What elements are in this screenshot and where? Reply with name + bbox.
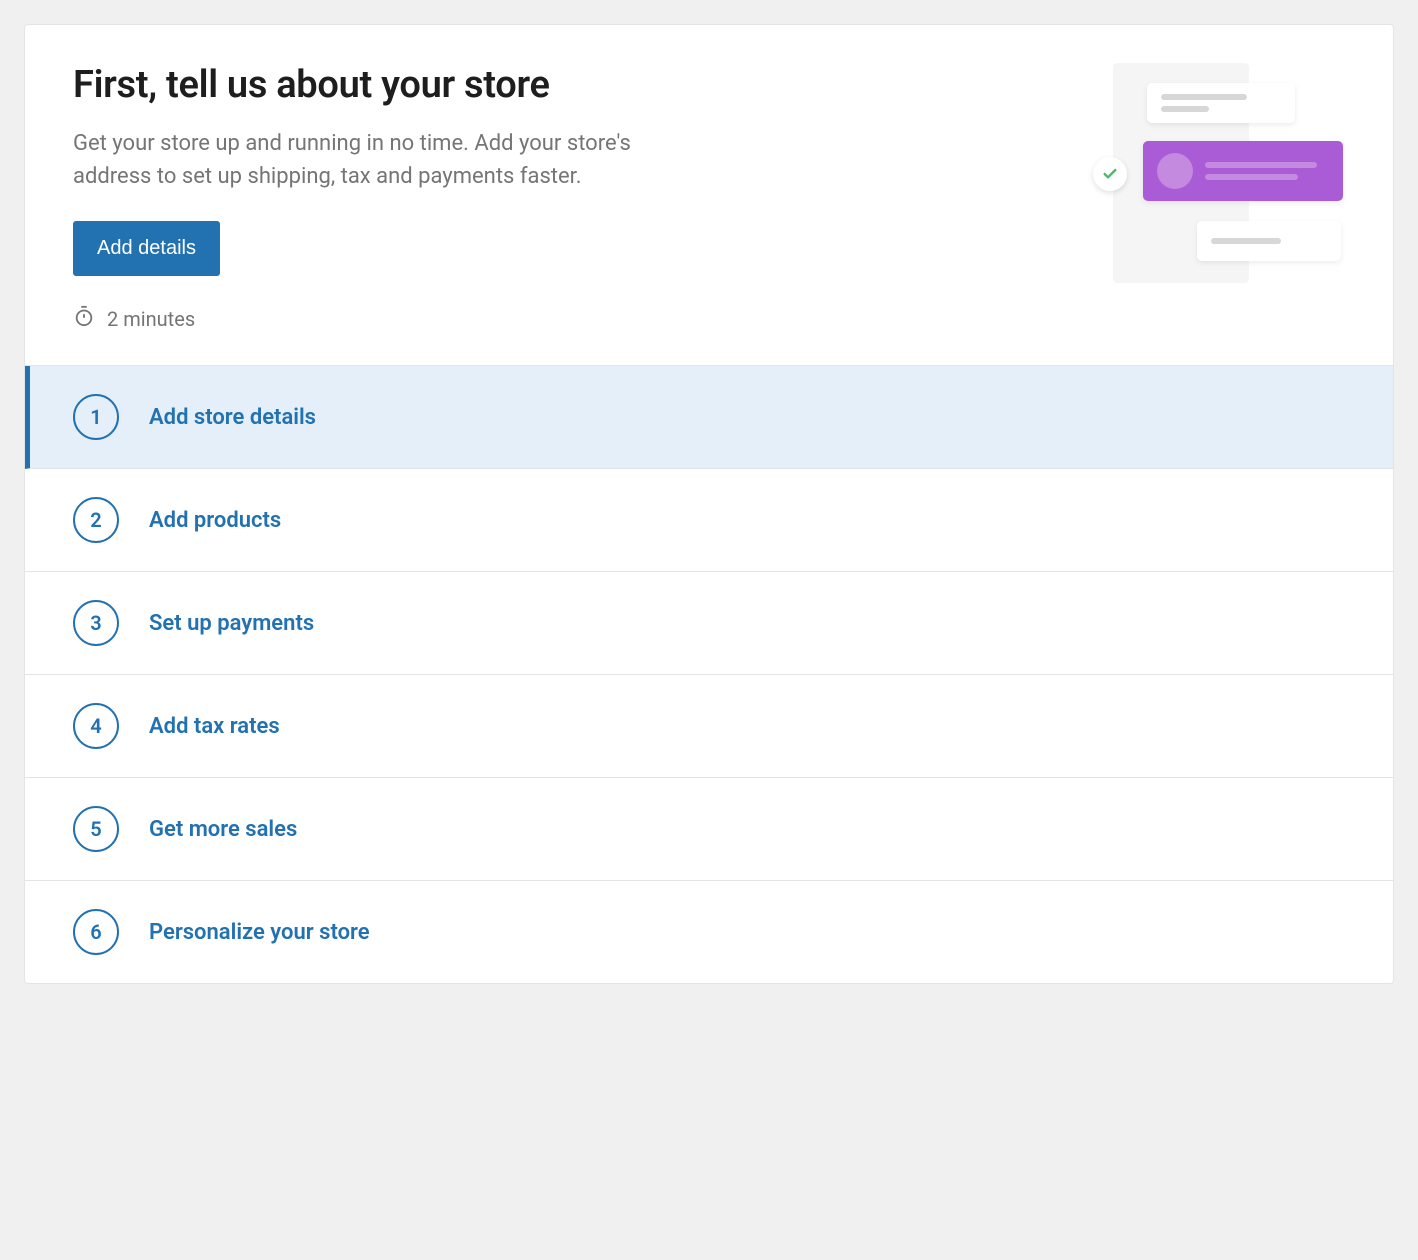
time-estimate: 2 minutes [73,304,1045,333]
step-label: Add products [149,508,281,533]
card-header: First, tell us about your store Get your… [25,25,1393,365]
header-content: First, tell us about your store Get your… [73,63,1045,333]
page-description: Get your store up and running in no time… [73,127,713,193]
time-estimate-label: 2 minutes [107,307,195,331]
step-get-more-sales[interactable]: 5 Get more sales [25,778,1393,881]
step-number: 5 [73,806,119,852]
step-add-products[interactable]: 2 Add products [25,469,1393,572]
step-label: Get more sales [149,817,297,842]
onboarding-card: First, tell us about your store Get your… [24,24,1394,984]
step-number: 6 [73,909,119,955]
page-title: First, tell us about your store [73,63,1045,107]
step-add-store-details[interactable]: 1 Add store details [25,366,1393,469]
step-label: Personalize your store [149,920,370,945]
step-number: 1 [73,394,119,440]
step-number: 2 [73,497,119,543]
step-personalize-your-store[interactable]: 6 Personalize your store [25,881,1393,983]
step-label: Add tax rates [149,714,280,739]
store-illustration [1085,63,1345,283]
step-label: Add store details [149,405,316,430]
add-details-button[interactable]: Add details [73,221,220,276]
stopwatch-icon [73,304,95,333]
step-list: 1 Add store details 2 Add products 3 Set… [25,365,1393,983]
check-icon [1093,157,1127,191]
step-number: 4 [73,703,119,749]
step-number: 3 [73,600,119,646]
step-add-tax-rates[interactable]: 4 Add tax rates [25,675,1393,778]
step-label: Set up payments [149,611,314,636]
step-set-up-payments[interactable]: 3 Set up payments [25,572,1393,675]
